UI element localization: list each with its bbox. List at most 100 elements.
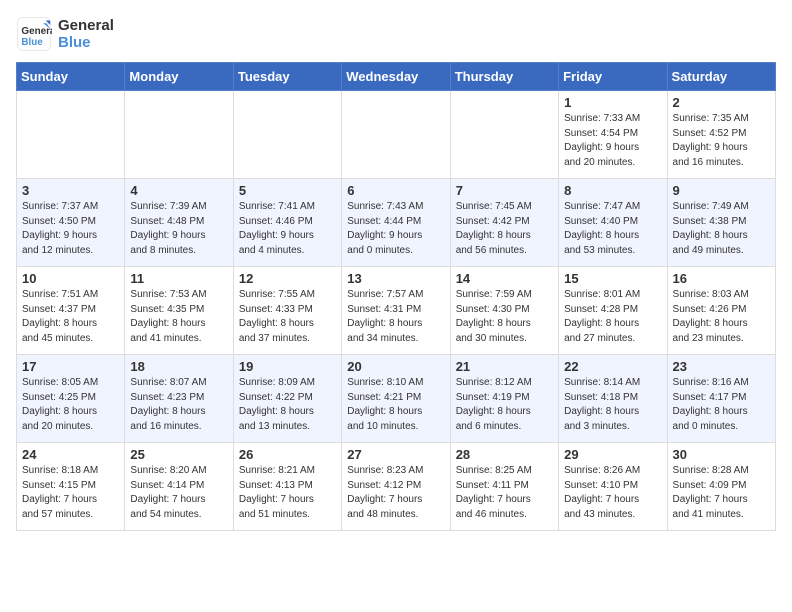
calendar-cell: 30 Sunrise: 8:28 AM Sunset: 4:09 PM Dayli…	[667, 443, 775, 531]
day-info: Sunrise: 7:55 AM Sunset: 4:33 PM Dayligh…	[239, 288, 336, 346]
day-info: Sunrise: 8:05 AM Sunset: 4:25 PM Dayligh…	[22, 376, 119, 434]
weekday-header-monday: Monday	[125, 63, 233, 91]
calendar-cell: 18 Sunrise: 8:07 AM Sunset: 4:23 PM Dayli…	[125, 355, 233, 443]
calendar-week-4: 17 Sunrise: 8:05 AM Sunset: 4:25 PM Dayli…	[17, 355, 776, 443]
day-info: Sunrise: 8:16 AM Sunset: 4:17 PM Dayligh…	[673, 376, 770, 434]
calendar-cell: 22 Sunrise: 8:14 AM Sunset: 4:18 PM Dayli…	[559, 355, 667, 443]
logo: General Blue General Blue	[16, 16, 114, 52]
day-info: Sunrise: 7:35 AM Sunset: 4:52 PM Dayligh…	[673, 112, 770, 170]
calendar-week-1: 1 Sunrise: 7:33 AM Sunset: 4:54 PM Daylig…	[17, 91, 776, 179]
day-info: Sunrise: 7:41 AM Sunset: 4:46 PM Dayligh…	[239, 200, 336, 258]
day-info: Sunrise: 8:21 AM Sunset: 4:13 PM Dayligh…	[239, 464, 336, 522]
calendar-cell: 17 Sunrise: 8:05 AM Sunset: 4:25 PM Dayli…	[17, 355, 125, 443]
day-info: Sunrise: 8:18 AM Sunset: 4:15 PM Dayligh…	[22, 464, 119, 522]
calendar-week-2: 3Sunrise: 7:37 AM Sunset: 4:50 PM Daylig…	[17, 179, 776, 267]
calendar-cell: 2 Sunrise: 7:35 AM Sunset: 4:52 PM Daylig…	[667, 91, 775, 179]
weekday-header-tuesday: Tuesday	[233, 63, 341, 91]
day-info: Sunrise: 7:33 AM Sunset: 4:54 PM Dayligh…	[564, 112, 661, 170]
day-info: Sunrise: 8:26 AM Sunset: 4:10 PM Dayligh…	[564, 464, 661, 522]
day-info: Sunrise: 8:20 AM Sunset: 4:14 PM Dayligh…	[130, 464, 227, 522]
calendar-cell: 8 Sunrise: 7:47 AM Sunset: 4:40 PM Daylig…	[559, 179, 667, 267]
calendar-week-3: 10 Sunrise: 7:51 AM Sunset: 4:37 PM Dayli…	[17, 267, 776, 355]
day-number: 28	[456, 447, 553, 462]
day-number: 24	[22, 447, 119, 462]
calendar-cell	[342, 91, 450, 179]
day-number: 16	[673, 271, 770, 286]
calendar-cell: 10 Sunrise: 7:51 AM Sunset: 4:37 PM Dayli…	[17, 267, 125, 355]
calendar-cell: 26 Sunrise: 8:21 AM Sunset: 4:13 PM Dayli…	[233, 443, 341, 531]
calendar-cell: 19Sunrise: 8:09 AM Sunset: 4:22 PM Dayli…	[233, 355, 341, 443]
day-info: Sunrise: 7:45 AM Sunset: 4:42 PM Dayligh…	[456, 200, 553, 258]
day-number: 2	[673, 95, 770, 110]
calendar-week-5: 24 Sunrise: 8:18 AM Sunset: 4:15 PM Dayli…	[17, 443, 776, 531]
calendar-header-row: SundayMondayTuesdayWednesdayThursdayFrid…	[17, 63, 776, 91]
calendar-cell: 15Sunrise: 8:01 AM Sunset: 4:28 PM Dayli…	[559, 267, 667, 355]
day-info: Sunrise: 8:14 AM Sunset: 4:18 PM Dayligh…	[564, 376, 661, 434]
calendar-cell: 24 Sunrise: 8:18 AM Sunset: 4:15 PM Dayli…	[17, 443, 125, 531]
calendar-cell: 14 Sunrise: 7:59 AM Sunset: 4:30 PM Dayli…	[450, 267, 558, 355]
weekday-header-saturday: Saturday	[667, 63, 775, 91]
day-number: 19	[239, 359, 336, 374]
day-number: 5	[239, 183, 336, 198]
calendar-table: SundayMondayTuesdayWednesdayThursdayFrid…	[16, 62, 776, 531]
day-number: 26	[239, 447, 336, 462]
day-number: 10	[22, 271, 119, 286]
calendar-cell: 9Sunrise: 7:49 AM Sunset: 4:38 PM Daylig…	[667, 179, 775, 267]
calendar-cell: 20Sunrise: 8:10 AM Sunset: 4:21 PM Dayli…	[342, 355, 450, 443]
weekday-header-sunday: Sunday	[17, 63, 125, 91]
day-number: 29	[564, 447, 661, 462]
calendar-cell	[17, 91, 125, 179]
day-number: 8	[564, 183, 661, 198]
calendar-cell	[125, 91, 233, 179]
day-number: 6	[347, 183, 444, 198]
day-info: Sunrise: 7:43 AM Sunset: 4:44 PM Dayligh…	[347, 200, 444, 258]
day-number: 23	[673, 359, 770, 374]
day-info: Sunrise: 7:57 AM Sunset: 4:31 PM Dayligh…	[347, 288, 444, 346]
calendar-cell: 12 Sunrise: 7:55 AM Sunset: 4:33 PM Dayli…	[233, 267, 341, 355]
logo-icon: General Blue	[16, 16, 52, 52]
calendar-cell: 16Sunrise: 8:03 AM Sunset: 4:26 PM Dayli…	[667, 267, 775, 355]
day-number: 30	[673, 447, 770, 462]
day-info: Sunrise: 7:53 AM Sunset: 4:35 PM Dayligh…	[130, 288, 227, 346]
logo-text: General Blue	[58, 17, 114, 51]
svg-text:Blue: Blue	[21, 37, 43, 48]
day-number: 17	[22, 359, 119, 374]
day-number: 12	[239, 271, 336, 286]
day-number: 18	[130, 359, 227, 374]
calendar-cell: 27 Sunrise: 8:23 AM Sunset: 4:12 PM Dayli…	[342, 443, 450, 531]
calendar-cell: 13 Sunrise: 7:57 AM Sunset: 4:31 PM Dayli…	[342, 267, 450, 355]
calendar-cell: 21 Sunrise: 8:12 AM Sunset: 4:19 PM Dayli…	[450, 355, 558, 443]
calendar-cell: 29 Sunrise: 8:26 AM Sunset: 4:10 PM Dayli…	[559, 443, 667, 531]
day-number: 25	[130, 447, 227, 462]
day-info: Sunrise: 8:23 AM Sunset: 4:12 PM Dayligh…	[347, 464, 444, 522]
calendar-cell: 25 Sunrise: 8:20 AM Sunset: 4:14 PM Dayli…	[125, 443, 233, 531]
day-number: 20	[347, 359, 444, 374]
day-number: 11	[130, 271, 227, 286]
weekday-header-wednesday: Wednesday	[342, 63, 450, 91]
calendar-cell: 11 Sunrise: 7:53 AM Sunset: 4:35 PM Dayli…	[125, 267, 233, 355]
calendar-cell: 28 Sunrise: 8:25 AM Sunset: 4:11 PM Dayli…	[450, 443, 558, 531]
day-info: Sunrise: 7:51 AM Sunset: 4:37 PM Dayligh…	[22, 288, 119, 346]
day-number: 21	[456, 359, 553, 374]
day-info: Sunrise: 7:39 AM Sunset: 4:48 PM Dayligh…	[130, 200, 227, 258]
day-number: 4	[130, 183, 227, 198]
day-info: Sunrise: 7:59 AM Sunset: 4:30 PM Dayligh…	[456, 288, 553, 346]
day-info: Sunrise: 8:28 AM Sunset: 4:09 PM Dayligh…	[673, 464, 770, 522]
day-info: Sunrise: 8:07 AM Sunset: 4:23 PM Dayligh…	[130, 376, 227, 434]
day-info: Sunrise: 7:47 AM Sunset: 4:40 PM Dayligh…	[564, 200, 661, 258]
day-number: 15	[564, 271, 661, 286]
day-info: Sunrise: 8:25 AM Sunset: 4:11 PM Dayligh…	[456, 464, 553, 522]
svg-text:General: General	[21, 26, 52, 37]
calendar-cell: 3Sunrise: 7:37 AM Sunset: 4:50 PM Daylig…	[17, 179, 125, 267]
calendar-cell: 6 Sunrise: 7:43 AM Sunset: 4:44 PM Daylig…	[342, 179, 450, 267]
day-number: 9	[673, 183, 770, 198]
day-number: 14	[456, 271, 553, 286]
day-info: Sunrise: 8:12 AM Sunset: 4:19 PM Dayligh…	[456, 376, 553, 434]
weekday-header-friday: Friday	[559, 63, 667, 91]
day-number: 13	[347, 271, 444, 286]
day-number: 1	[564, 95, 661, 110]
day-number: 27	[347, 447, 444, 462]
calendar-cell	[450, 91, 558, 179]
calendar-cell: 4 Sunrise: 7:39 AM Sunset: 4:48 PM Daylig…	[125, 179, 233, 267]
day-number: 22	[564, 359, 661, 374]
